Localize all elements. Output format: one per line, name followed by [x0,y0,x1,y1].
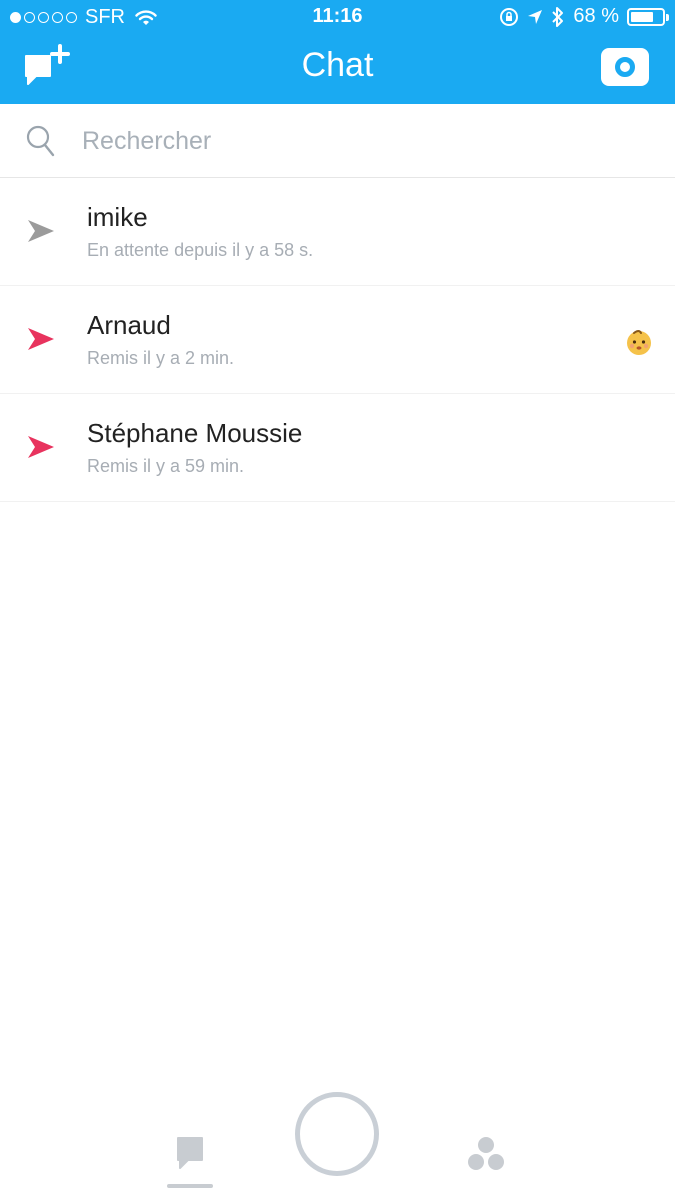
chat-tab-icon[interactable] [160,1130,220,1190]
search-icon [26,125,55,157]
stories-tab-icon[interactable] [464,1134,508,1178]
app-header: SFR 11:16 68 % Chat [0,0,675,104]
battery-percent: 68 % [573,5,619,27]
bottom-tab-bar [0,1080,675,1200]
search-bar [0,104,675,178]
chat-row-imike[interactable]: imike En attente depuis il y a 58 s. [0,178,675,286]
chat-name: Arnaud [87,310,171,340]
chat-status: Remis il y a 2 min. [87,348,235,368]
chat-row-stephane-moussie[interactable]: Stéphane Moussie Remis il y a 59 min. [0,394,675,502]
camera-button[interactable] [601,48,649,86]
chat-name: imike [87,202,148,232]
page-title: Chat [301,46,374,84]
bluetooth-icon [552,6,564,27]
baby-face-icon [627,330,651,355]
chat-status: Remis il y a 59 min. [87,456,245,476]
delivered-arrow-icon [28,328,54,350]
orientation-lock-icon [500,7,519,26]
search-input[interactable] [82,123,642,159]
battery-icon [627,7,669,26]
nav-bar: Chat [0,34,675,104]
capture-button[interactable] [295,1092,379,1176]
chat-status: En attente depuis il y a 58 s. [87,240,314,260]
camera-icon [615,57,635,77]
active-tab-indicator [167,1184,213,1188]
location-arrow-icon [528,9,543,24]
delivered-arrow-icon [28,436,54,458]
status-bar: SFR 11:16 68 % [0,0,675,34]
battery-fill [631,11,653,22]
chat-list: imike En attente depuis il y a 58 s. Arn… [0,178,675,502]
sent-arrow-icon [28,220,54,242]
chat-name: Stéphane Moussie [87,418,303,448]
status-right-group: 68 % [499,5,669,28]
chat-row-arnaud[interactable]: Arnaud Remis il y a 2 min. [0,286,675,394]
